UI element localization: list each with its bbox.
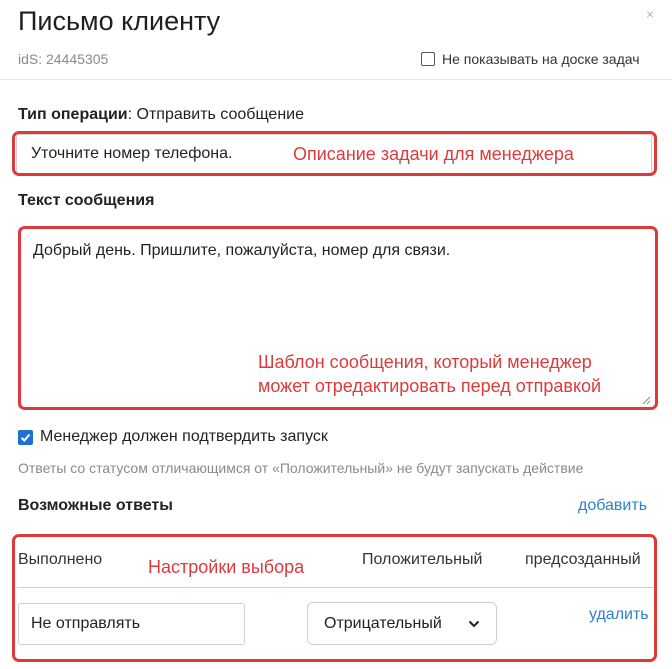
operation-type: Тип операции: Отправить сообщение <box>18 106 304 124</box>
close-icon[interactable]: × <box>646 6 654 22</box>
task-description-annotation: Описание задачи для менеджера <box>293 144 574 164</box>
checkbox-empty-icon[interactable] <box>421 52 435 66</box>
checkbox-checked-icon[interactable] <box>18 429 33 445</box>
message-label: Текст сообщения <box>18 192 155 209</box>
answers-label: Возможные ответы <box>18 497 173 514</box>
add-answer-link[interactable]: добавить <box>578 497 647 515</box>
operation-type-label: Тип операции <box>18 106 128 123</box>
ids-label: idS: 24445305 <box>18 51 109 67</box>
message-annotation-line2: может отредактировать перед отправкой <box>258 376 602 396</box>
header-divider <box>0 79 672 80</box>
message-annotation-line1: Шаблон сообщения, который менеджер <box>258 352 592 372</box>
answers-highlight <box>12 534 657 662</box>
dialog-title: Письмо клиенту <box>18 6 221 36</box>
hide-from-board-checkbox[interactable]: Не показывать на доске задач <box>421 51 640 67</box>
confirm-launch-label: Менеджер должен подтвердить запуск <box>40 428 328 445</box>
operation-type-value: Отправить сообщение <box>132 106 304 123</box>
hide-from-board-label: Не показывать на доске задач <box>442 51 640 67</box>
confirm-hint: Ответы со статусом отличающимся от «Поло… <box>18 460 584 476</box>
confirm-launch-checkbox[interactable]: Менеджер должен подтвердить запуск <box>18 428 328 446</box>
